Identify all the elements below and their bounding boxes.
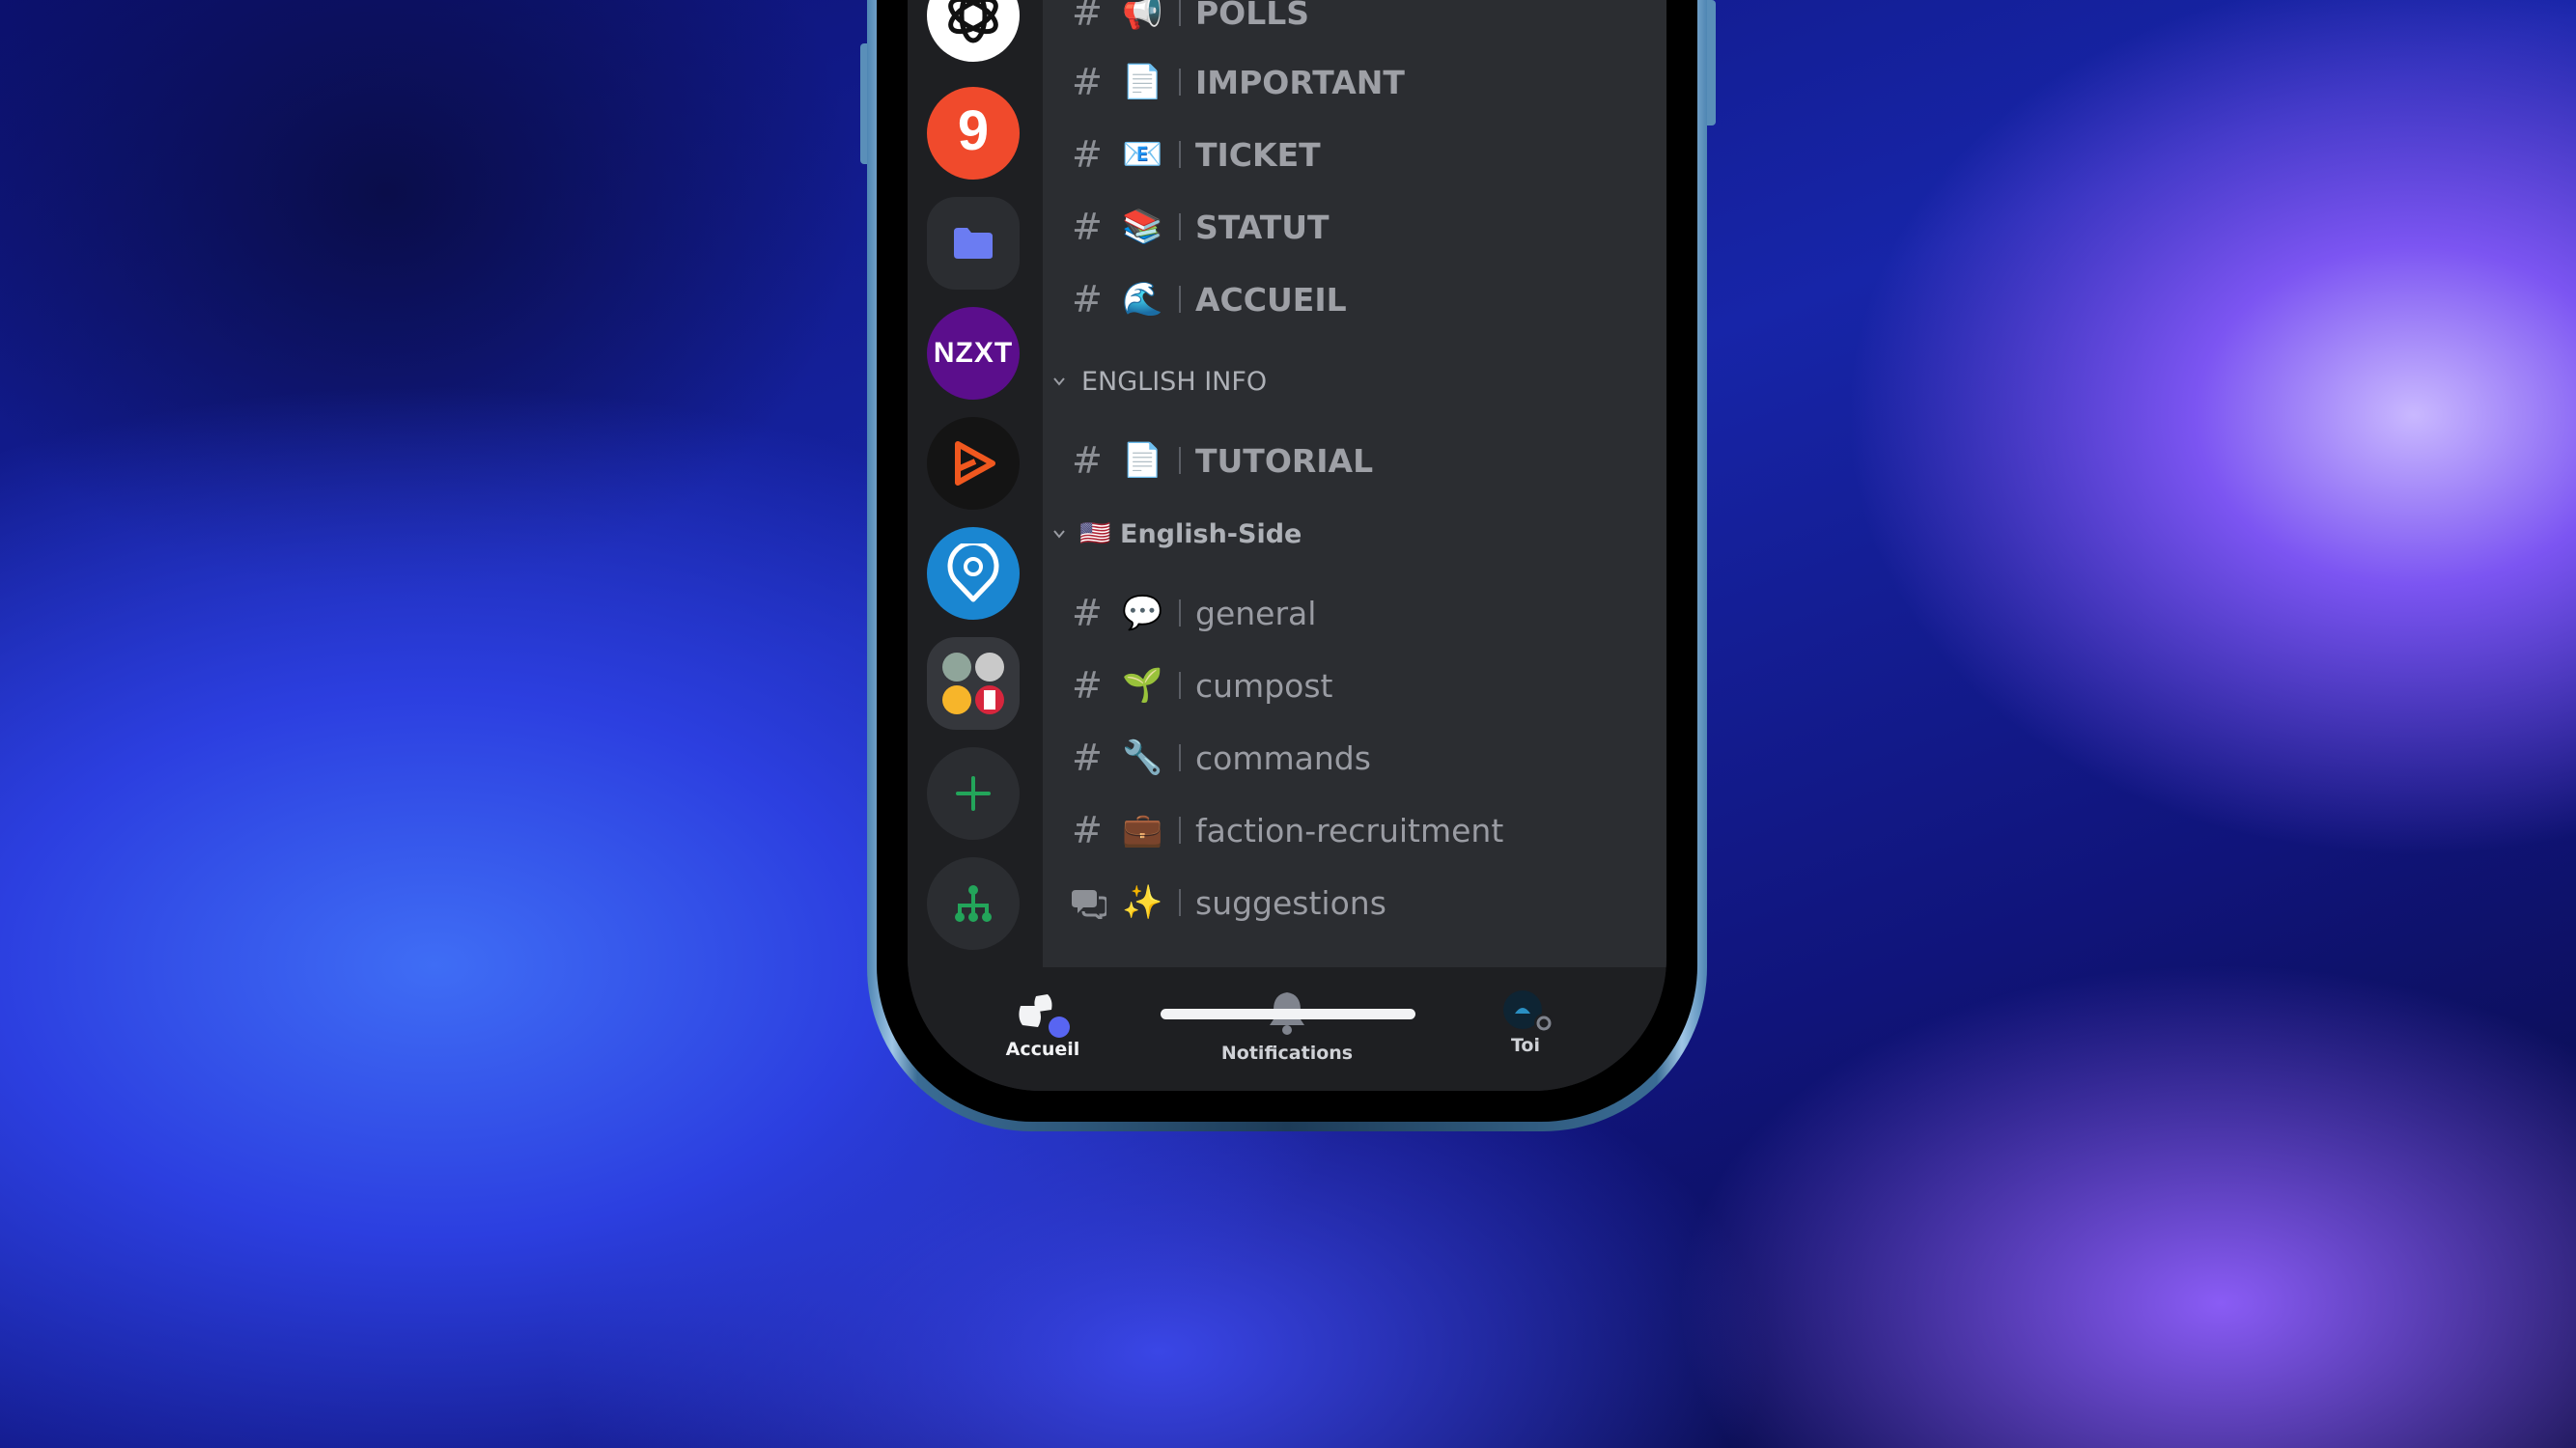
text-channel-icon: # [1072, 133, 1103, 176]
channel-general[interactable]: # 💬 general [1043, 579, 1666, 647]
tab-notifications[interactable]: Notifications [1219, 967, 1355, 1073]
channel-commands[interactable]: # 🔧 commands [1043, 724, 1666, 792]
channel-label: general [1195, 594, 1317, 632]
server-folder-icon[interactable] [927, 637, 1020, 730]
channel-separator [1179, 447, 1181, 474]
tab-label: Notifications [1220, 1043, 1354, 1064]
channel-label: suggestions [1195, 883, 1386, 922]
channel-cumpost[interactable]: # 🌱 cumpost [1043, 652, 1666, 719]
channel-emoji: 📢 [1122, 0, 1163, 32]
add-server-icon[interactable] [927, 747, 1020, 840]
channel-statut[interactable]: # 📚 STATUT [1043, 193, 1666, 261]
channel-label: TICKET [1195, 135, 1321, 174]
channel-emoji: 📚 [1122, 208, 1163, 246]
text-channel-icon: # [1072, 0, 1103, 34]
channel-suggestions[interactable]: ✨ suggestions [1043, 869, 1666, 936]
text-channel-icon: # [1072, 592, 1103, 634]
discover-hub-icon[interactable] [927, 857, 1020, 950]
channel-label: STATUT [1195, 208, 1330, 246]
channel-label: IMPORTANT [1195, 63, 1405, 101]
avatar [1503, 990, 1554, 1033]
category-english-side[interactable]: 🇺🇸 English-Side [1043, 510, 1666, 558]
nzxt-server-icon[interactable]: NZXT [927, 307, 1020, 400]
home-servers-icon [1019, 994, 1070, 1038]
server-rail: 9 NZXT [908, 0, 1043, 967]
category-label: English-Side [1120, 518, 1302, 549]
channel-separator [1179, 817, 1181, 844]
channel-separator [1179, 672, 1181, 699]
channel-separator [1179, 141, 1181, 168]
home-indicator[interactable] [1161, 1009, 1415, 1019]
channel-separator [1179, 69, 1181, 96]
tab-label: Accueil [1005, 1039, 1080, 1060]
channel-accueil[interactable]: # 🌊 ACCUEIL [1043, 265, 1666, 333]
play-server-icon[interactable] [927, 417, 1020, 510]
channel-separator [1179, 744, 1181, 771]
category-label: ENGLISH INFO [1081, 366, 1268, 397]
text-channel-icon: # [1072, 61, 1103, 103]
folder-server-icon[interactable] [927, 197, 1020, 290]
channel-emoji: 💼 [1122, 811, 1163, 849]
channel-separator [1179, 889, 1181, 916]
channel-emoji: 📄 [1122, 63, 1163, 101]
channel-emoji: 📧 [1122, 135, 1163, 174]
text-channel-icon: # [1072, 809, 1103, 851]
tab-label: Toi [1510, 1035, 1540, 1056]
channel-faction-recruitment[interactable]: # 💼 faction-recruitment [1043, 796, 1666, 864]
chevron-down-icon [1053, 377, 1065, 386]
channel-emoji: 💬 [1122, 594, 1163, 632]
phone-power-button [1707, 0, 1716, 125]
text-channel-icon: # [1072, 664, 1103, 707]
nzxt-server-text: NZXT [933, 337, 1014, 369]
channel-label: ACCUEIL [1195, 280, 1347, 319]
chevron-down-icon [1053, 530, 1065, 539]
g-server-icon[interactable]: 9 [927, 87, 1020, 180]
channel-separator [1179, 0, 1181, 26]
bottom-tab-bar: Accueil Notifications Toi [908, 967, 1666, 1091]
channel-emoji: 🌱 [1122, 666, 1163, 705]
channel-ticket[interactable]: # 📧 TICKET [1043, 121, 1666, 188]
discord-app-screen: 9 NZXT # 📢 POLLS # 📄 IMPORTANT # 📧 TICKE… [908, 0, 1666, 1091]
channel-label: TUTORIAL [1195, 441, 1374, 480]
channel-emoji: 🌊 [1122, 280, 1163, 319]
channel-label: faction-recruitment [1195, 811, 1504, 849]
channel-list: # 📢 POLLS # 📄 IMPORTANT # 📧 TICKET # 📚 S… [1043, 0, 1666, 967]
location-server-icon[interactable] [927, 527, 1020, 620]
text-channel-icon: # [1072, 206, 1103, 248]
tab-home[interactable]: Accueil [985, 967, 1101, 1073]
chatgpt-server-icon[interactable] [927, 0, 1020, 62]
channel-separator [1179, 213, 1181, 240]
channel-emoji: ✨ [1122, 883, 1163, 922]
channel-separator [1179, 286, 1181, 313]
g-server-letter: 9 [957, 98, 990, 162]
text-channel-icon: # [1072, 278, 1103, 320]
channel-emoji: 📄 [1122, 441, 1163, 480]
channel-important[interactable]: # 📄 IMPORTANT [1043, 48, 1666, 116]
text-channel-icon: # [1072, 439, 1103, 482]
category-english-info[interactable]: ENGLISH INFO [1043, 357, 1666, 405]
channel-polls[interactable]: # 📢 POLLS [1043, 0, 1666, 46]
text-channel-icon: # [1072, 737, 1103, 779]
channel-label: commands [1195, 738, 1371, 777]
channel-label: POLLS [1195, 0, 1310, 32]
channel-emoji: 🔧 [1122, 738, 1163, 777]
channel-label: cumpost [1195, 666, 1333, 705]
forum-channel-icon [1072, 890, 1106, 919]
channel-tutorial[interactable]: # 📄 TUTORIAL [1043, 427, 1666, 494]
channel-separator [1179, 599, 1181, 627]
us-flag-icon: 🇺🇸 [1079, 519, 1111, 548]
tab-you[interactable]: Toi [1468, 967, 1583, 1073]
